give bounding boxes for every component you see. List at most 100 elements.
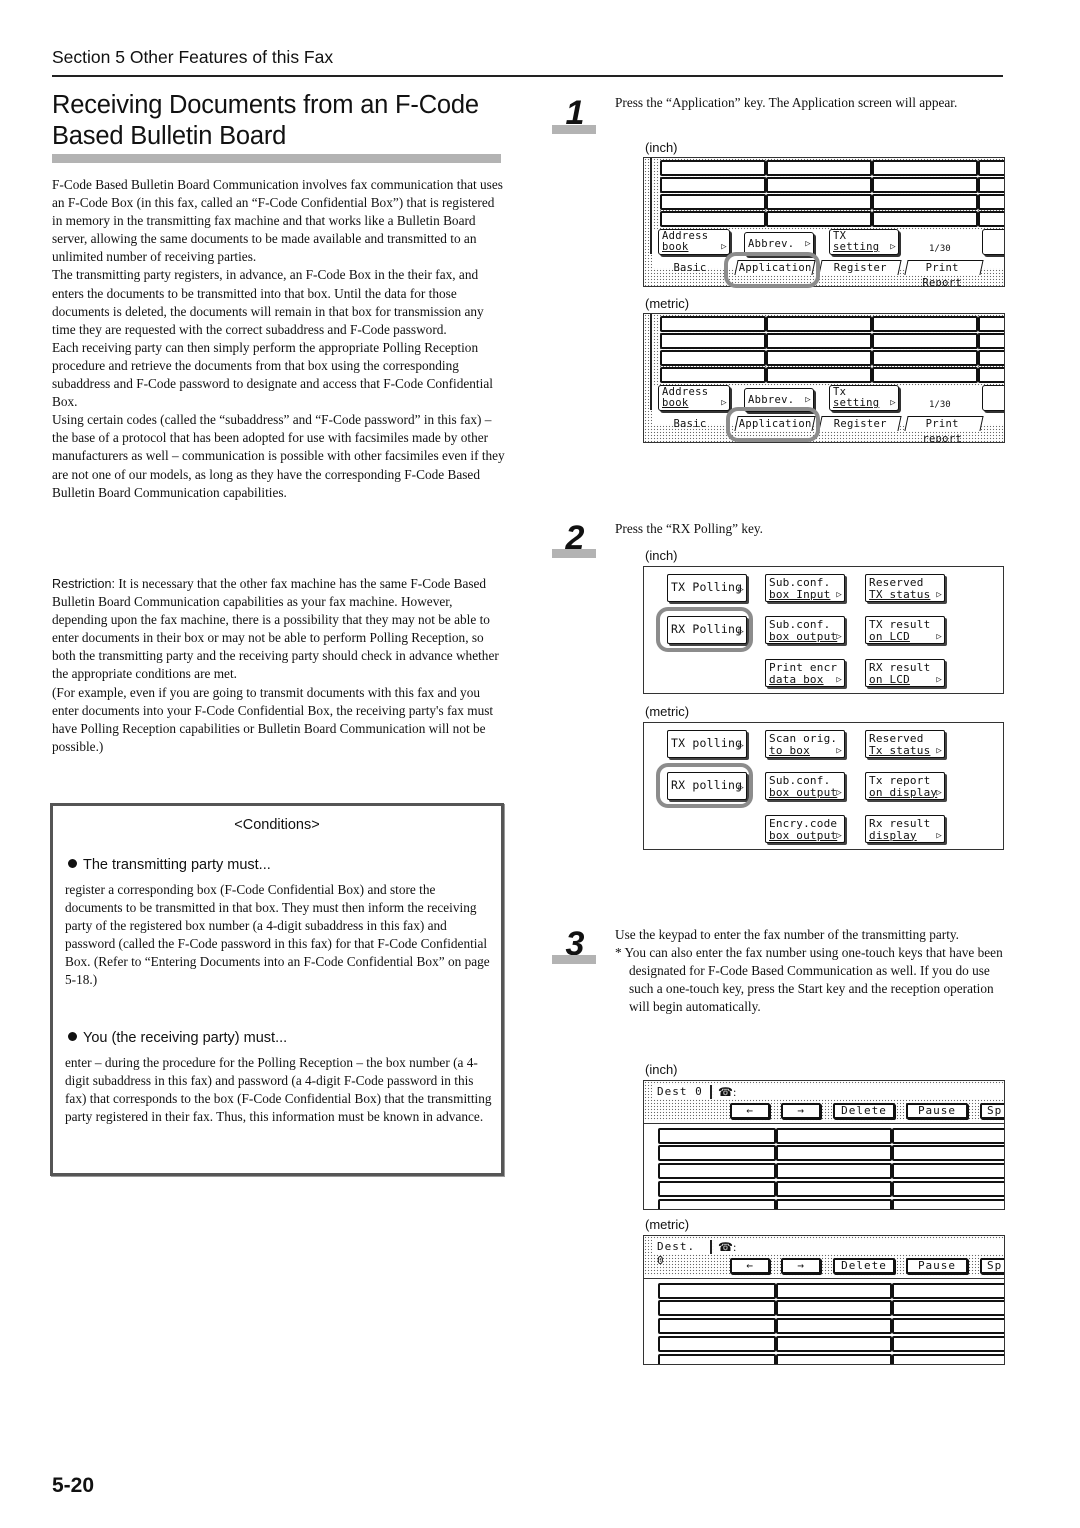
tx-polling-button[interactable]: TX polling ▷ — [667, 730, 747, 758]
cursor-left-button[interactable]: ← — [730, 1103, 770, 1119]
tab-basic[interactable]: Basic — [662, 261, 718, 276]
tx-polling-button[interactable]: TX Polling ▷ — [667, 574, 747, 602]
unit-label: (inch) — [645, 548, 678, 563]
destination-bar: Dest 0 ☎: ← → Delete Pause Sp — [644, 1081, 1004, 1121]
highlight-ring — [726, 407, 820, 442]
dest-count-label: Dest 0 — [652, 1085, 712, 1099]
arrow-right-icon: ▷ — [890, 242, 896, 252]
rx-result-display-button[interactable]: Rx result display ▷ — [865, 815, 945, 843]
scan-orig-to-box-button[interactable]: Scan orig. to box ▷ — [765, 730, 845, 758]
conditions-title: <Conditions> — [234, 817, 320, 833]
highlight-ring — [656, 607, 753, 652]
tx-report-on-display-button[interactable]: Tx report on display ▷ — [865, 772, 945, 800]
space-button[interactable]: Sp — [980, 1258, 1004, 1274]
receiving-party-heading: You (the receiving party) must... — [68, 1030, 287, 1046]
unit-label: (metric) — [645, 296, 690, 311]
unit-label: (inch) — [645, 1062, 678, 1077]
print-encr-data-box-button[interactable]: Print encr data box ▷ — [765, 659, 845, 687]
pause-button[interactable]: Pause — [906, 1103, 968, 1119]
application-screen-inch: Addressbook▷ Abbrev.▷ TXsetting▷ 1/30 ▼ … — [643, 157, 1005, 287]
arrow-right-icon: ▷ — [836, 589, 842, 600]
restriction-note: Restriction: It is necessary that the ot… — [52, 575, 507, 756]
tab-register[interactable]: Register — [818, 260, 902, 275]
tx-setting-button[interactable]: TX setting ▷ — [829, 229, 899, 255]
arrow-right-icon: ▷ — [936, 631, 942, 642]
phone-icon: ☎ — [718, 1240, 733, 1254]
cursor-right-button[interactable]: → — [781, 1103, 821, 1119]
arrow-right-icon: ▷ — [936, 745, 942, 756]
unit-label: (metric) — [645, 1217, 690, 1232]
arrow-right-icon: ▷ — [836, 674, 842, 685]
phone-icon: ☎ — [718, 1085, 733, 1099]
next-page-button[interactable]: ▼ — [982, 229, 1004, 255]
fax-number-field[interactable]: ☎: — [714, 1085, 1004, 1099]
tab-print-report[interactable]: Print Report — [904, 260, 984, 286]
next-page-button[interactable]: ▼ — [982, 385, 1004, 411]
sub-conf-box-output-button[interactable]: Sub.conf. box output ▷ — [765, 616, 845, 644]
arrow-right-icon: ▷ — [936, 589, 942, 600]
arrow-right-icon: ▷ — [836, 631, 842, 642]
page-title-line-2: Based Bulletin Board — [52, 122, 287, 150]
unit-label: (metric) — [645, 704, 690, 719]
highlight-ring — [724, 252, 820, 288]
arrow-right-icon: ▷ — [738, 585, 744, 595]
transmitting-party-text: register a corresponding box (F-Code Con… — [65, 882, 490, 988]
cursor-right-button[interactable]: → — [781, 1258, 821, 1274]
sub-conf-box-output-button[interactable]: Sub.conf. box output ▷ — [765, 772, 845, 800]
intro-paragraph: The transmitting party registers, in adv… — [52, 267, 484, 337]
tx-setting-button[interactable]: Tx setting ▷ — [829, 385, 899, 411]
arrow-right-icon: ▷ — [936, 674, 942, 685]
reserved-tx-status-button[interactable]: Reserved Tx status ▷ — [865, 730, 945, 758]
destination-bar: Dest. 0 ☎: ← → Delete Pause Sp — [644, 1236, 1004, 1276]
dest-count-label: Dest. 0 — [652, 1240, 712, 1267]
intro-text: F-Code Based Bulletin Board Communicatio… — [52, 176, 507, 502]
restriction-text: It is necessary that the other fax machi… — [52, 576, 499, 682]
delete-button[interactable]: Delete — [833, 1103, 895, 1119]
page-title: Receiving Documents from an F-Code Based… — [52, 90, 512, 152]
address-book-button[interactable]: Address book ▷ — [658, 385, 730, 411]
encry-code-box-output-button[interactable]: Encry.code box output ▷ — [765, 815, 845, 843]
space-button[interactable]: Sp — [980, 1103, 1004, 1119]
unit-label: (inch) — [645, 140, 678, 155]
one-touch-grid — [644, 1278, 1004, 1364]
tab-basic[interactable]: Basic — [662, 417, 718, 432]
page-counter: 1/30 — [929, 244, 951, 254]
tx-result-on-lcd-button[interactable]: TX result on LCD ▷ — [865, 616, 945, 644]
destination-screen-metric: Dest. 0 ☎: ← → Delete Pause Sp — [643, 1235, 1005, 1365]
reserved-tx-status-button[interactable]: Reserved TX status ▷ — [865, 574, 945, 602]
tab-register[interactable]: Register — [818, 416, 902, 431]
delete-button[interactable]: Delete — [833, 1258, 895, 1274]
intro-paragraph: F-Code Based Bulletin Board Communicatio… — [52, 177, 503, 265]
section-header: Section 5 Other Features of this Fax — [52, 47, 334, 67]
fax-number-field[interactable]: ☎: — [714, 1240, 1004, 1254]
arrow-right-icon: ▷ — [721, 242, 727, 252]
step-bar — [552, 955, 596, 964]
rx-result-on-lcd-button[interactable]: RX result on LCD ▷ — [865, 659, 945, 687]
intro-paragraph: Using certain codes (called the “subaddr… — [52, 412, 505, 500]
transmitting-party-heading: The transmitting party must... — [68, 857, 271, 873]
arrow-right-icon: ▷ — [936, 787, 942, 798]
restriction-label: Restriction: — [52, 577, 115, 591]
page-counter: 1/30 — [929, 400, 951, 410]
arrow-right-icon: ▷ — [721, 398, 727, 408]
application-screen-metric: Addressbook▷ Abbrev.▷ Txsetting▷ 1/30 ▼ … — [643, 313, 1005, 443]
arrow-right-icon: ▷ — [936, 830, 942, 841]
step-instruction: Press the “RX Polling” key. — [615, 521, 763, 536]
receiving-party-text: enter – during the procedure for the Pol… — [65, 1055, 492, 1125]
address-book-button[interactable]: Address book ▷ — [658, 229, 730, 255]
one-touch-grid — [644, 1123, 1004, 1209]
arrow-right-icon: ▷ — [836, 745, 842, 756]
step-instruction-text: Use the keypad to enter the fax number o… — [615, 927, 960, 942]
tab-print-report[interactable]: Print report — [904, 416, 984, 442]
sub-conf-box-input-button[interactable]: Sub.conf. box Input ▷ — [765, 574, 845, 602]
page-title-line-1: Receiving Documents from an F-Code — [52, 91, 479, 119]
highlight-ring — [656, 763, 753, 808]
cursor-left-button[interactable]: ← — [730, 1258, 770, 1274]
intro-paragraph: Each receiving party can then simply per… — [52, 339, 493, 410]
destination-screen-inch: Dest 0 ☎: ← → Delete Pause Sp — [643, 1080, 1005, 1210]
arrow-right-icon: ▷ — [805, 239, 811, 249]
restriction-example: (For example, even if you are going to t… — [52, 684, 494, 754]
bullet-icon — [68, 1032, 77, 1041]
header-divider — [52, 75, 1003, 77]
pause-button[interactable]: Pause — [906, 1258, 968, 1274]
